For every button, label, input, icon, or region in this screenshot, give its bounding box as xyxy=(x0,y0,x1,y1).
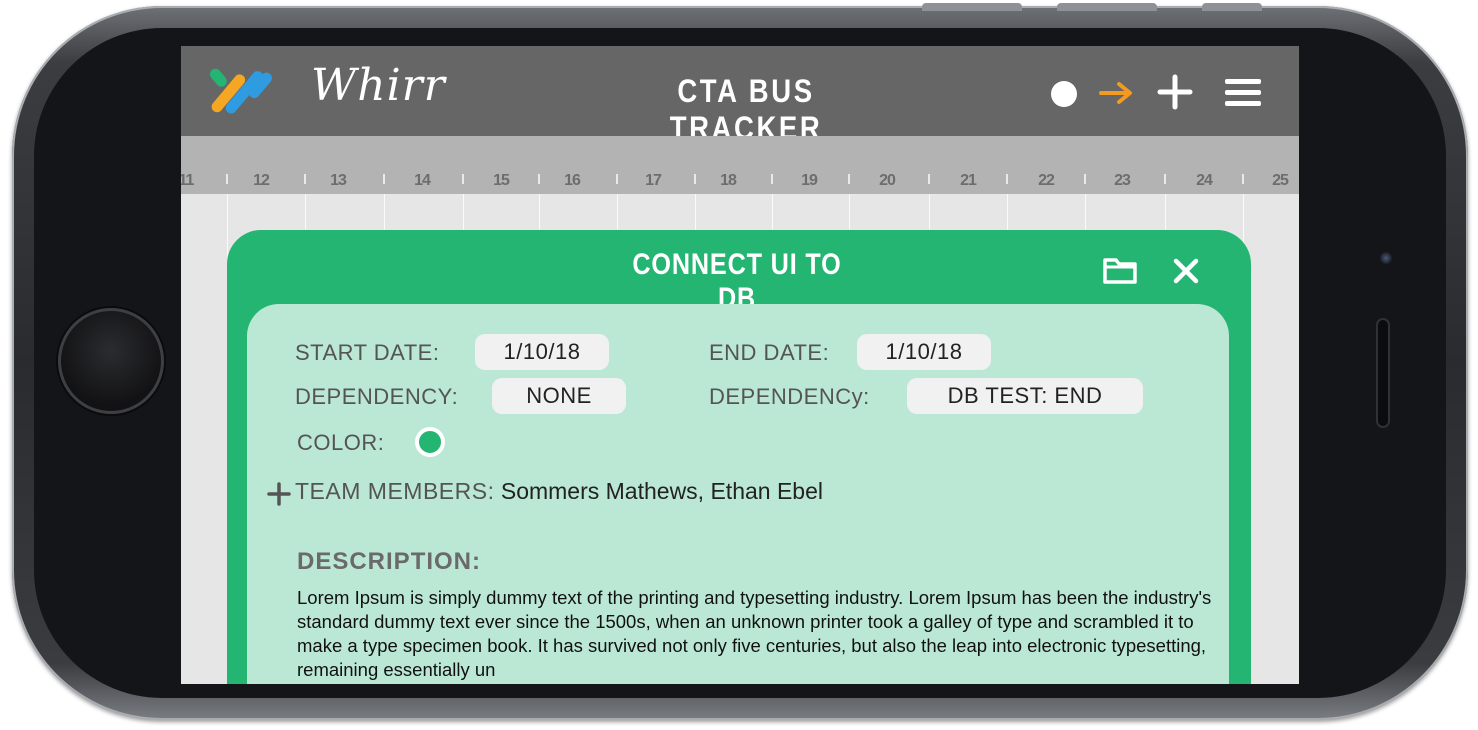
ruler-tick: 18 xyxy=(720,172,737,189)
ruler-tick: 12 xyxy=(253,172,270,189)
ruler-tick: 17 xyxy=(645,172,662,189)
logo-text: Whirr xyxy=(311,60,446,111)
end-date-field[interactable]: 1/10/18 xyxy=(857,334,991,370)
dependency-label-2: DEPENDENCy: xyxy=(709,384,870,409)
ruler-tick: 24 xyxy=(1196,172,1213,189)
ruler-tick: 25 xyxy=(1272,172,1289,189)
dependency-field[interactable]: NONE xyxy=(492,378,626,414)
start-date-label: START DATE: xyxy=(295,340,440,365)
task-form: START DATE: 1/10/18 END DATE: 1/10/18 DE… xyxy=(247,304,1229,684)
end-date-label: END DATE: xyxy=(709,340,830,365)
front-camera xyxy=(1380,252,1392,264)
ruler-tick: 11 xyxy=(181,172,194,189)
color-swatch[interactable] xyxy=(415,427,445,457)
ruler-minor-ticks xyxy=(226,174,1244,184)
add-member-icon[interactable] xyxy=(267,482,291,506)
hamburger-menu-icon[interactable] xyxy=(1223,76,1263,110)
ruler-tick: 20 xyxy=(879,172,896,189)
volume-down-button xyxy=(1057,3,1157,11)
plus-icon[interactable] xyxy=(1157,74,1193,110)
speaker-slot xyxy=(1376,318,1390,428)
task-detail-modal: CONNECT UI TO DB START DATE: 1/10/18 END… xyxy=(227,230,1251,684)
timeline-ruler: 11 12 13 14 15 16 17 18 19 20 21 22 23 2… xyxy=(181,136,1299,194)
ruler-tick: 16 xyxy=(564,172,581,189)
status-dot-icon[interactable] xyxy=(1051,81,1077,107)
volume-up-button xyxy=(922,3,1022,11)
close-icon[interactable] xyxy=(1173,258,1199,284)
dependency-label: DEPENDENCY: xyxy=(295,384,459,409)
team-members-label: TEAM MEMBERS: xyxy=(295,478,495,504)
mute-switch xyxy=(1202,3,1262,11)
description-text[interactable]: Lorem Ipsum is simply dummy text of the … xyxy=(297,586,1227,682)
color-label: COLOR: xyxy=(297,430,385,455)
ruler-tick: 21 xyxy=(960,172,977,189)
arrow-right-icon[interactable] xyxy=(1099,78,1135,108)
dependency-field-2[interactable]: DB TEST: END xyxy=(907,378,1143,414)
folder-icon[interactable] xyxy=(1103,256,1137,284)
app-header: Whirr CTA BUS TRACKER xyxy=(181,46,1299,146)
logo-icon xyxy=(209,68,272,114)
ruler-tick: 23 xyxy=(1114,172,1131,189)
start-date-field[interactable]: 1/10/18 xyxy=(475,334,609,370)
ruler-tick: 22 xyxy=(1038,172,1055,189)
ruler-tick: 13 xyxy=(330,172,347,189)
ruler-tick: 19 xyxy=(801,172,818,189)
home-button xyxy=(58,308,164,414)
app-screen: Whirr CTA BUS TRACKER 11 12 13 14 15 16 … xyxy=(181,46,1299,684)
ruler-tick: 14 xyxy=(414,172,431,189)
ruler-tick: 15 xyxy=(493,172,510,189)
description-label: DESCRIPTION: xyxy=(297,548,482,575)
team-members-value[interactable]: Sommers Mathews, Ethan Ebel xyxy=(501,478,823,504)
team-members-row: TEAM MEMBERS: Sommers Mathews, Ethan Ebe… xyxy=(295,478,823,505)
